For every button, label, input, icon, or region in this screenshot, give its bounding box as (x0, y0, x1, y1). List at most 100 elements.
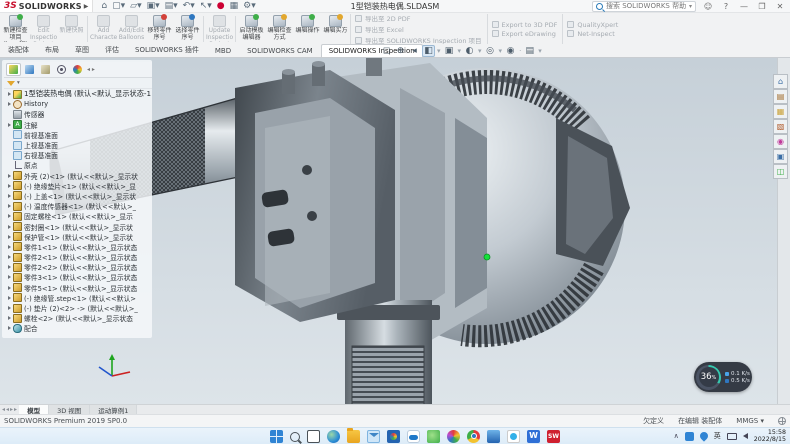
tree-item-sensors[interactable]: 传感器 (4, 109, 152, 119)
tree-item-component[interactable]: 固定螺栓<1> (默认<<默认>_显示 (4, 211, 152, 221)
panel-tab-scroll-icon[interactable]: ◂ ▸ (87, 66, 95, 73)
tree-item-history[interactable]: History (4, 99, 152, 109)
tree-item-origin[interactable]: 原点 (4, 160, 152, 170)
ime-language-indicator[interactable]: 英 (714, 431, 721, 441)
hidden-icons-chevron-icon[interactable]: ∧ (674, 432, 679, 440)
selected-vertex-marker[interactable] (484, 254, 490, 260)
open-icon[interactable]: ▱▾ (130, 0, 141, 12)
logo-expand-arrow-icon[interactable]: ▶ (84, 3, 89, 10)
add-characteristic-button[interactable]: Add Characteristic (90, 14, 117, 44)
tab-mbd[interactable]: MBD (207, 44, 239, 57)
cast-display-icon[interactable] (727, 433, 737, 440)
tree-item-component[interactable]: 零件5<1> (默认<<默认>_显示状态 (4, 283, 152, 293)
design-library-icon[interactable]: ▤ (773, 89, 788, 104)
tree-item-mates[interactable]: 配合 (4, 323, 152, 333)
tree-item-annotations[interactable]: A注解 (4, 120, 152, 130)
onedrive-icon[interactable] (407, 430, 420, 443)
resources-home-icon[interactable]: ⌂ (773, 74, 788, 89)
zoom-to-area-icon[interactable]: ⊕ (394, 45, 407, 57)
tree-item-component[interactable]: (-) 绝缘垫片<1> (默认<<默认>_显 (4, 181, 152, 191)
new-snapshot-button[interactable]: 新建快照 (58, 14, 85, 44)
export-3d-pdf[interactable]: Export to 3D PDF (492, 21, 558, 29)
select-balloons-button[interactable]: 选择零件序号 (174, 14, 201, 44)
hide-show-items-icon[interactable]: ◎ (484, 45, 497, 57)
tree-item-right-plane[interactable]: 右视基准面 (4, 150, 152, 160)
chrome-icon[interactable] (467, 430, 480, 443)
launch-template-editor-button[interactable]: 启动模板编辑器 (238, 14, 265, 44)
minimize-button[interactable]: — (738, 2, 750, 11)
options-gear-icon[interactable]: ⚙▾ (243, 0, 256, 12)
tab-addins[interactable]: SOLIDWORKS 插件 (127, 42, 207, 57)
previous-view-icon[interactable]: ◂ (408, 45, 421, 57)
tab-cam[interactable]: SOLIDWORKS CAM (239, 44, 321, 57)
user-account-icon[interactable]: ☺ (702, 2, 714, 11)
edit-customers-button[interactable]: 编辑买方 (322, 14, 349, 44)
qualityxpert-item[interactable]: QualityXpert (567, 21, 618, 29)
help-search-box[interactable]: 搜索 SOLIDWORKS 帮助 ▾ (592, 1, 696, 12)
tree-item-front-plane[interactable]: 前视基准面 (4, 130, 152, 140)
photos-icon[interactable] (387, 430, 400, 443)
featuremanager-tab[interactable] (6, 63, 21, 76)
file-explorer-icon[interactable]: ▦ (773, 104, 788, 119)
renumber-balloons-button[interactable]: 移转零件序号 (146, 14, 173, 44)
undo-icon[interactable]: ↶▾ (183, 0, 195, 12)
task-view-icon[interactable] (307, 430, 320, 443)
clock[interactable]: 15:58 2022/8/15 (754, 429, 786, 443)
dimxpertmanager-tab[interactable] (54, 63, 69, 76)
display-icon[interactable]: ▦ (230, 0, 239, 12)
view-settings-icon[interactable]: ▤ (523, 45, 536, 57)
globe-icon[interactable] (778, 417, 786, 425)
tree-item-component[interactable]: 外壳 (2)<1> (默认<<默认>_显示状 (4, 171, 152, 181)
solidworks-taskbar-icon[interactable]: SW (547, 430, 560, 443)
print-icon[interactable]: ▤▾ (165, 0, 178, 12)
tree-item-component[interactable]: 螺栓<2> (默认<<默认>_显示状态 (4, 313, 152, 323)
displaymanager-tab[interactable] (70, 63, 85, 76)
propertymanager-tab[interactable] (22, 63, 37, 76)
edit-operations-button[interactable]: 编辑操作 (294, 14, 321, 44)
tree-item-component[interactable]: 零件1<1> (默认<<默认>_显示状态 (4, 242, 152, 252)
tab-sketch[interactable]: 草图 (67, 42, 97, 57)
wps-icon[interactable]: W (527, 430, 540, 443)
net-speed-overlay-badge[interactable]: 36% 0.1 K/s 0.5 K/s (694, 362, 752, 392)
tree-item-top-plane[interactable]: 上视基准面 (4, 140, 152, 150)
messenger-icon[interactable] (507, 430, 520, 443)
location-icon[interactable] (698, 430, 709, 441)
add-edit-balloons-button[interactable]: Add/Edit Balloons (118, 14, 145, 44)
close-button[interactable]: ✕ (774, 2, 786, 11)
model-tab[interactable]: 模型 (19, 405, 49, 414)
new-inspection-project-button[interactable]: 新建检查项目 (imp;和) (2, 14, 29, 44)
view-orientation-icon[interactable]: ▣ (443, 45, 456, 57)
tree-filter-row[interactable]: ▾ (4, 78, 152, 89)
units-selector[interactable]: MMGS ▾ (736, 417, 764, 425)
zoom-to-fit-icon[interactable]: ◻ (380, 45, 393, 57)
tree-item-component[interactable]: 零件2<2> (默认<<默认>_显示状态 (4, 262, 152, 272)
taskbar-search-icon[interactable] (290, 432, 300, 442)
view-palette-icon[interactable]: ▧ (773, 119, 788, 134)
display-style-icon[interactable]: ◐ (463, 45, 476, 57)
section-view-icon[interactable]: ◧ (422, 45, 435, 57)
tree-item-component[interactable]: 零件2<1> (默认<<默认>_显示状态 (4, 252, 152, 262)
motion-study-tab[interactable]: 运动算例1 (90, 405, 137, 414)
update-inspection-project-button[interactable]: Update Inspection Project (206, 14, 233, 44)
custom-properties-icon[interactable]: ▣ (773, 149, 788, 164)
edge-browser-icon[interactable] (327, 430, 340, 443)
save-icon[interactable]: ▣▾ (147, 0, 160, 12)
mail-icon[interactable] (367, 430, 380, 443)
3d-views-tab[interactable]: 3D 视图 (49, 405, 90, 414)
appearances-scenes-icon[interactable]: ◉ (773, 134, 788, 149)
tab-evaluate[interactable]: 评估 (97, 42, 127, 57)
help-button[interactable]: ? (720, 2, 732, 11)
tree-root-item[interactable]: 1型铠装热电偶 (默认<默认_显示状态-1 (4, 89, 152, 99)
search-dropdown-icon[interactable]: ▾ (689, 3, 692, 10)
tree-item-component[interactable]: (-) 垫片 (2)<2> -> (默认<<默认>_ (4, 303, 152, 313)
select-icon[interactable]: ↖▾ (200, 0, 212, 12)
tree-item-component[interactable]: 保护管<1> (默认<<默认>_显示状 (4, 232, 152, 242)
graphics-area[interactable]: ◂ ▸ ▾ 1型铠装热电偶 (默认<默认_显示状态-1 History 传感器 … (0, 58, 790, 404)
app-green-icon[interactable] (427, 430, 440, 443)
edit-appearance-icon[interactable]: ◉ (504, 45, 517, 57)
edit-inspection-methods-button[interactable]: 编辑检查方式 (266, 14, 293, 44)
start-button-icon[interactable] (270, 430, 283, 443)
new-document-icon[interactable]: ▢▾ (112, 0, 125, 12)
configurationmanager-tab[interactable] (38, 63, 53, 76)
tray-app-icon[interactable] (685, 432, 694, 441)
